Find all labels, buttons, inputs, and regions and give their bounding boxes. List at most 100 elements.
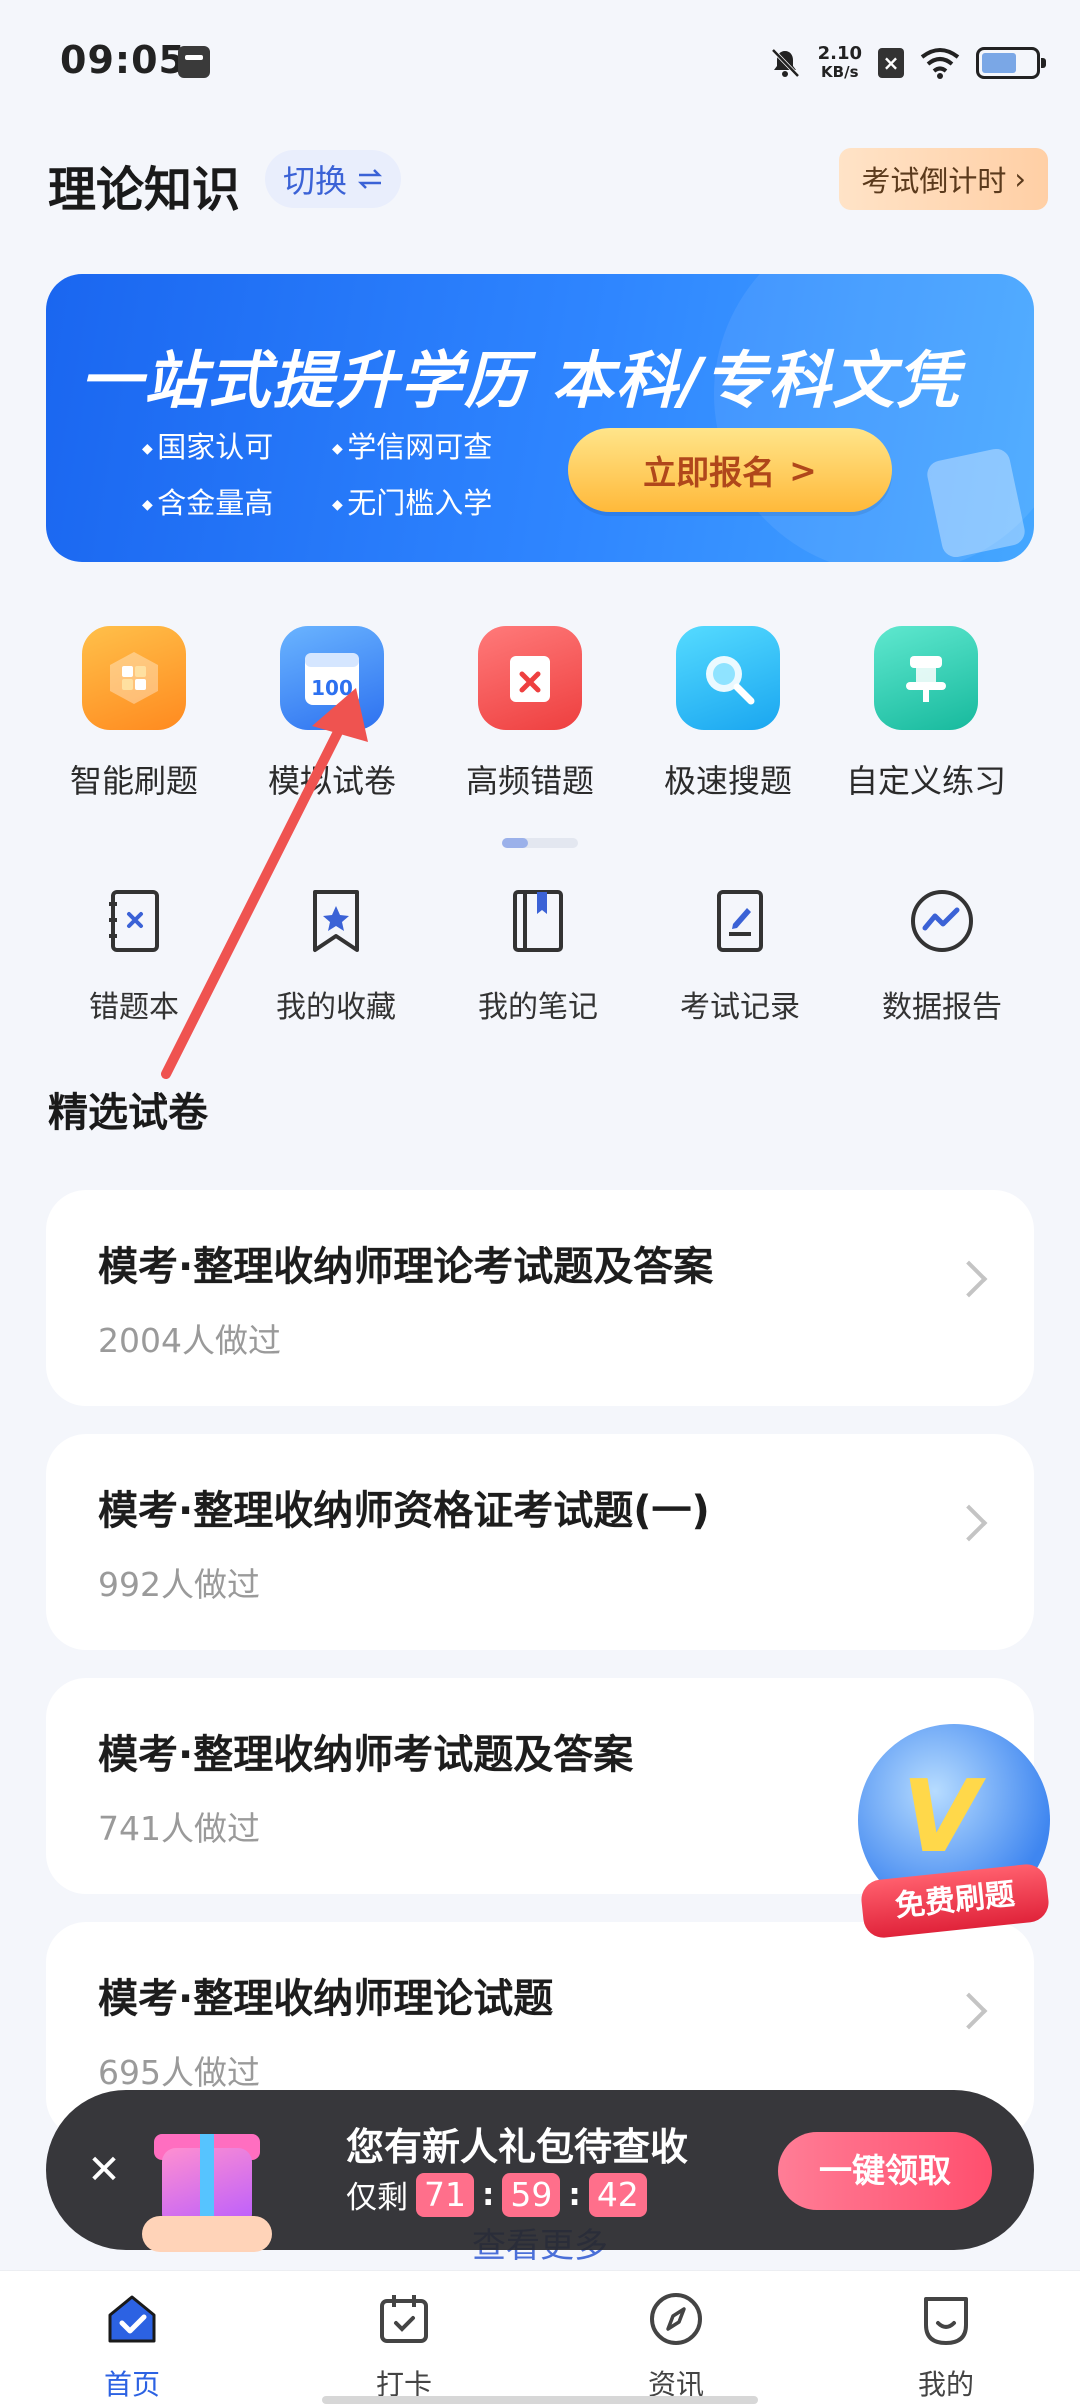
remaining-label: 仅剩	[346, 2180, 408, 2216]
tool-label: 模拟试卷	[267, 762, 396, 800]
notification-app-icon	[178, 46, 210, 78]
tool-wrong-book[interactable]: 错题本	[44, 886, 224, 1026]
gift-box-icon	[142, 2098, 272, 2258]
tool-favorites[interactable]: 我的收藏	[246, 886, 426, 1026]
timer-minutes: 59	[502, 2172, 561, 2217]
nav-item-news[interactable]: 资讯	[596, 2289, 756, 2403]
calendar-checkin-icon	[380, 2295, 428, 2343]
status-indicators: 2.10 KB/s ×	[768, 40, 1046, 86]
tool-exam-record[interactable]: 考试记录	[650, 886, 830, 1026]
nav-item-checkin[interactable]: 打卡	[324, 2289, 484, 2403]
tool-label: 我的收藏	[276, 990, 396, 1025]
home-indicator	[322, 2396, 758, 2404]
switch-subject-button[interactable]: 切换	[265, 150, 402, 208]
gift-countdown: 仅剩 71 : 59 : 42	[346, 2172, 647, 2217]
secondary-tools: 错题本 我的收藏 我的笔记 考试记录 数据报告	[0, 886, 1080, 1025]
paper-title: 模考·整理收纳师理论考试题及答案	[98, 1244, 714, 1290]
chevron-right-icon	[950, 1504, 988, 1542]
banner-points: 国家认可 学信网可查 含金量高 无门槛入学	[142, 424, 532, 522]
exam-record-icon	[717, 890, 763, 952]
vip-letter: V	[902, 1758, 980, 1875]
primary-tools: 智能刷题 100 模拟试卷 高频错题 极速搜题 自定义练习	[0, 626, 1080, 806]
tool-smart-practice[interactable]: 智能刷题	[34, 626, 234, 802]
no-sim-icon: ×	[878, 48, 904, 78]
free-practice-float-button[interactable]: V 免费刷题	[846, 1724, 1056, 1954]
paper-count: 695人做过	[98, 2053, 260, 2092]
profile-icon	[924, 2297, 968, 2345]
paper-title: 模考·整理收纳师理论试题	[98, 1976, 554, 2022]
net-speed: 2.10 KB/s	[818, 45, 862, 82]
gift-title: 您有新人礼包待查收	[346, 2125, 689, 2169]
tool-label: 智能刷题	[69, 762, 198, 800]
promo-banner[interactable]: 一站式提升学历 本科/专科文凭 国家认可 学信网可查 含金量高 无门槛入学 立即…	[46, 274, 1034, 562]
wrong-book-icon	[109, 890, 159, 952]
exam-countdown-button[interactable]: 考试倒计时 ›	[839, 148, 1048, 210]
chevron-right-icon: >	[789, 450, 817, 490]
claim-gift-button[interactable]: 一键领取	[778, 2132, 992, 2210]
tool-label: 错题本	[89, 990, 179, 1025]
nav-item-home[interactable]: 首页	[52, 2289, 212, 2403]
data-report-icon	[911, 890, 973, 952]
nav-item-profile[interactable]: 我的	[866, 2289, 1026, 2403]
tool-label: 自定义练习	[845, 762, 1006, 800]
paper-count: 992人做过	[98, 1565, 260, 1604]
quick-search-icon	[676, 626, 780, 730]
paper-title: 模考·整理收纳师考试题及答案	[98, 1732, 634, 1778]
timer-colon: :	[482, 2176, 495, 2213]
tool-frequent-mistakes[interactable]: 高频错题	[430, 626, 630, 802]
timer-colon: :	[568, 2176, 581, 2213]
mock-exam-icon: 100	[280, 626, 384, 730]
close-icon[interactable]: ✕	[76, 2142, 132, 2198]
smart-practice-icon	[82, 626, 186, 730]
tool-label: 我的笔记	[478, 990, 598, 1025]
tool-mock-exam[interactable]: 100 模拟试卷	[232, 626, 432, 802]
compass-icon	[650, 2293, 702, 2345]
tool-label: 数据报告	[882, 990, 1002, 1025]
enroll-now-button[interactable]: 立即报名 >	[568, 428, 892, 512]
switch-label: 切换	[283, 162, 348, 200]
status-time: 09:05	[60, 38, 186, 82]
banner-point: 学信网可查	[332, 424, 532, 466]
net-speed-unit: KB/s	[821, 63, 859, 81]
chevron-right-icon	[950, 1992, 988, 2030]
enroll-now-label: 立即报名	[643, 453, 776, 492]
paper-card[interactable]: 模考·整理收纳师理论考试题及答案 2004人做过	[46, 1190, 1034, 1406]
paper-count: 741人做过	[98, 1809, 260, 1848]
custom-practice-icon	[874, 626, 978, 730]
nav-label: 我的	[917, 2368, 974, 2401]
tool-label: 考试记录	[680, 990, 800, 1025]
wifi-icon	[920, 48, 960, 79]
nav-label: 首页	[103, 2368, 160, 2401]
tool-data-report[interactable]: 数据报告	[852, 886, 1032, 1026]
page-title: 理论知识	[48, 162, 241, 218]
chevron-right-icon	[950, 1260, 988, 1298]
tool-quick-search[interactable]: 极速搜题	[628, 626, 828, 802]
timer-seconds: 42	[588, 2172, 647, 2217]
bottom-nav: 首页 打卡 资讯 我的	[0, 2270, 1080, 2408]
tools-page-indicator	[502, 838, 578, 848]
status-bar: 09:05 2.10 KB/s ×	[0, 0, 1080, 130]
paper-count: 2004人做过	[98, 1321, 281, 1360]
timer-hours: 71	[416, 2172, 474, 2217]
tool-notes[interactable]: 我的笔记	[448, 886, 628, 1026]
section-title: 精选试卷	[48, 1090, 208, 1136]
banner-point: 含金量高	[142, 480, 332, 522]
tool-label: 极速搜题	[663, 762, 792, 800]
banner-title: 一站式提升学历 本科/专科文凭	[80, 344, 961, 417]
favorites-icon	[313, 890, 359, 952]
notes-icon	[513, 890, 563, 952]
swap-arrows-icon	[357, 169, 383, 189]
countdown-label: 考试倒计时	[861, 164, 1007, 198]
paper-card[interactable]: 模考·整理收纳师资格证考试题(一) 992人做过	[46, 1434, 1034, 1650]
new-user-gift-bar: ✕ 您有新人礼包待查收 仅剩 71 : 59 : 42 一键领取	[46, 2090, 1034, 2252]
home-icon	[108, 2295, 156, 2343]
bell-muted-icon	[771, 48, 800, 78]
chevron-right-icon: ›	[1014, 162, 1026, 196]
frequent-mistakes-icon	[478, 626, 582, 730]
battery-icon	[976, 47, 1046, 79]
banner-point: 国家认可	[142, 424, 332, 466]
tool-custom-practice[interactable]: 自定义练习	[826, 626, 1026, 802]
mock-exam-icon-text: 100	[311, 676, 353, 700]
banner-point: 无门槛入学	[332, 480, 532, 522]
paper-title: 模考·整理收纳师资格证考试题(一)	[98, 1488, 710, 1534]
